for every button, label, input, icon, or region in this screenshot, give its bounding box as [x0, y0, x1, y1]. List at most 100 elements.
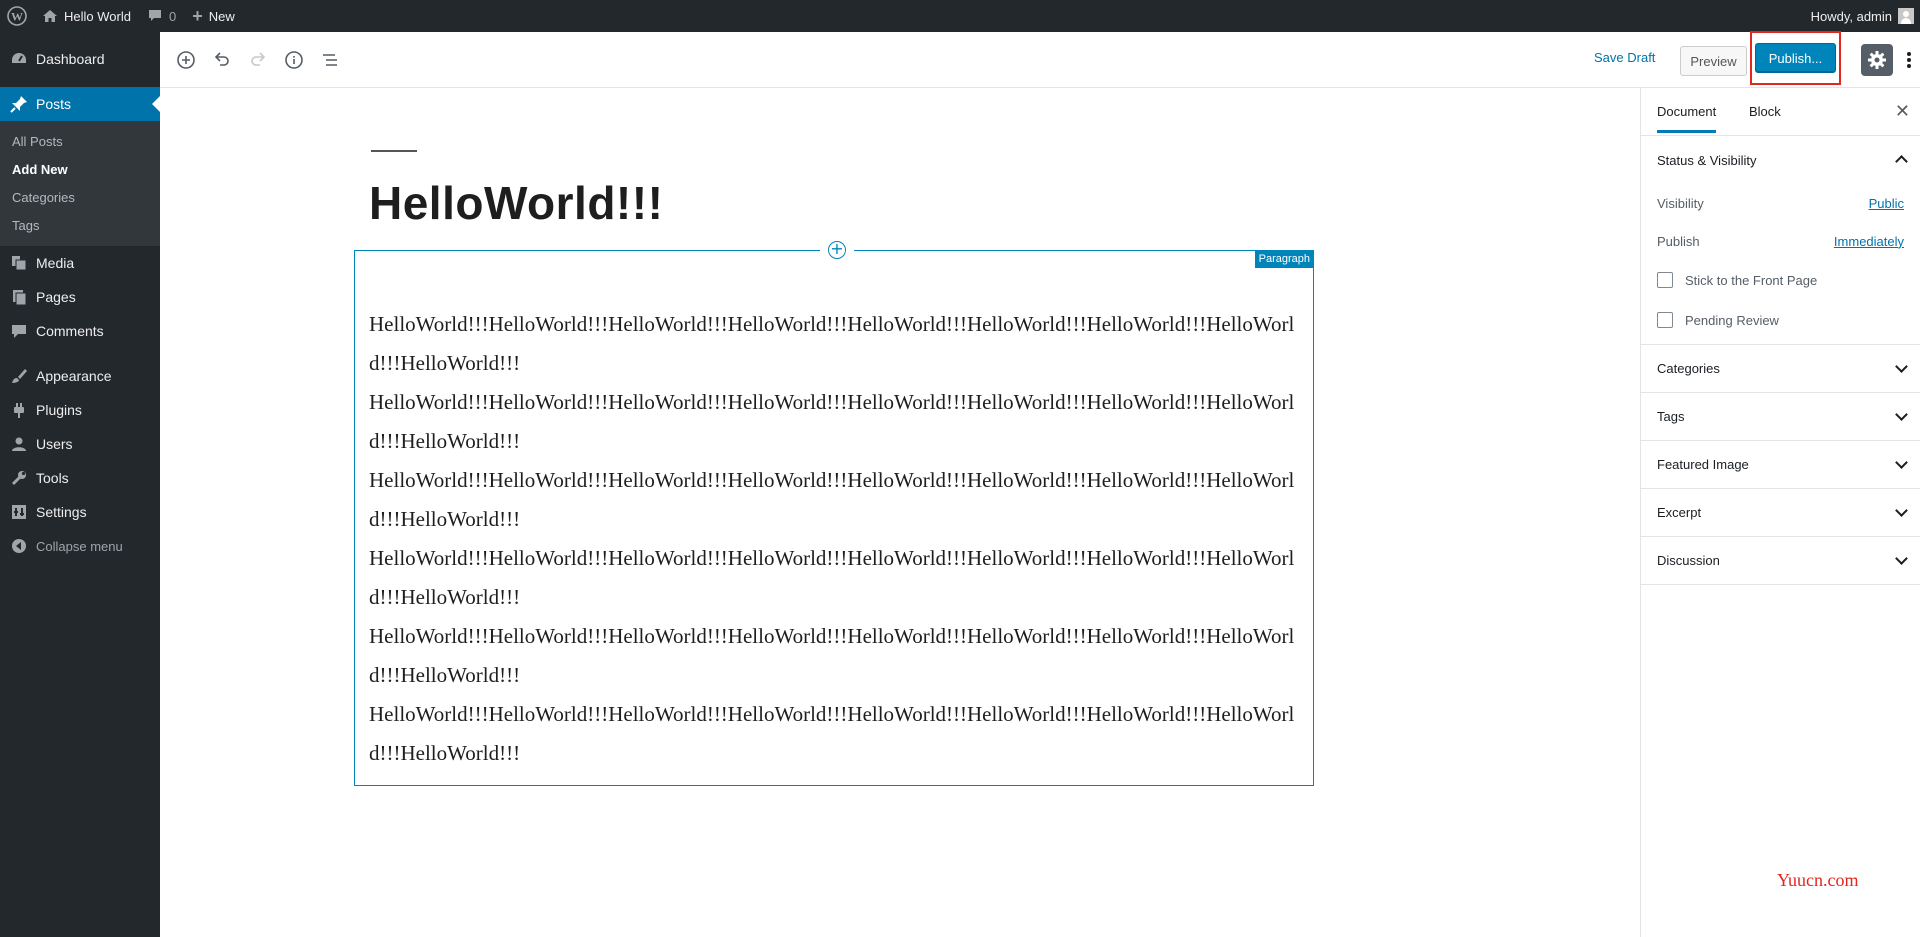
comments-link[interactable]: 0	[139, 0, 184, 32]
publish-button[interactable]: Publish...	[1755, 43, 1836, 73]
gear-icon	[1867, 50, 1887, 70]
panel-featured-image[interactable]: Featured Image	[1641, 441, 1920, 489]
tab-document[interactable]: Document	[1657, 104, 1717, 133]
paragraph-text[interactable]: HelloWorld!!!HelloWorld!!!HelloWorld!!!H…	[369, 305, 1299, 773]
chevron-down-icon	[1895, 456, 1908, 469]
pending-review-checkbox[interactable]	[1657, 312, 1673, 328]
outline-list-icon[interactable]	[318, 48, 342, 72]
panel-title: Categories	[1657, 361, 1720, 376]
editor-canvas: HelloWorld!!! + Paragraph HelloWorld!!!H…	[160, 88, 1640, 937]
publish-row: Publish Immediately	[1641, 222, 1920, 260]
menu-posts[interactable]: Posts	[0, 87, 160, 121]
paragraph-line: HelloWorld!!!HelloWorld!!!HelloWorld!!!H…	[369, 312, 1295, 375]
pending-review-row: Pending Review	[1641, 300, 1920, 340]
paragraph-line: HelloWorld!!!HelloWorld!!!HelloWorld!!!H…	[369, 624, 1295, 687]
submenu-tags[interactable]: Tags	[0, 211, 160, 239]
svg-text:W: W	[11, 10, 23, 24]
panel-title: Tags	[1657, 409, 1685, 424]
admin-menu: Dashboard Posts All Posts Add New Catego…	[0, 32, 160, 937]
panel-categories[interactable]: Categories	[1641, 345, 1920, 393]
menu-label: Pages	[36, 289, 76, 305]
stick-front-page-checkbox[interactable]	[1657, 272, 1673, 288]
menu-label: Appearance	[36, 368, 112, 384]
menu-users[interactable]: Users	[0, 427, 160, 461]
panel-tags[interactable]: Tags	[1641, 393, 1920, 441]
panel-discussion[interactable]: Discussion	[1641, 537, 1920, 585]
media-icon	[10, 254, 28, 272]
pin-icon	[10, 95, 28, 113]
menu-settings[interactable]: Settings	[0, 495, 160, 529]
settings-gear-button[interactable]	[1861, 44, 1893, 76]
collapse-menu-button[interactable]: Collapse menu	[0, 529, 160, 563]
paragraph-line: HelloWorld!!!HelloWorld!!!HelloWorld!!!H…	[369, 702, 1295, 765]
status-visibility-toggle[interactable]: Status & Visibility	[1641, 136, 1920, 184]
menu-appearance[interactable]: Appearance	[0, 359, 160, 393]
tab-block[interactable]: Block	[1749, 104, 1781, 119]
account-menu[interactable]: Howdy, admin	[1803, 0, 1920, 32]
visibility-row: Visibility Public	[1641, 184, 1920, 222]
undo-icon[interactable]	[210, 48, 234, 72]
howdy-text: Howdy, admin	[1810, 8, 1892, 24]
menu-label: Comments	[36, 323, 104, 339]
menu-dashboard[interactable]: Dashboard	[0, 42, 160, 76]
settings-sidebar: Document Block ✕ Status & Visibility Vis…	[1640, 88, 1920, 937]
submenu-add-new[interactable]: Add New	[0, 155, 160, 183]
redo-icon[interactable]	[246, 48, 270, 72]
visibility-label: Visibility	[1657, 195, 1704, 211]
menu-pages[interactable]: Pages	[0, 280, 160, 314]
editor-toolbar: Save Draft Preview Publish...	[160, 31, 1920, 88]
admin-bar: W Hello World 0 + New Howdy, admin	[0, 0, 1920, 32]
publish-label: Publish	[1657, 233, 1700, 249]
new-content-link[interactable]: + New	[184, 0, 243, 32]
pending-review-label: Pending Review	[1685, 312, 1779, 328]
publish-date-link[interactable]: Immediately	[1834, 234, 1904, 249]
menu-comments[interactable]: Comments	[0, 314, 160, 348]
collapse-label: Collapse menu	[36, 538, 123, 554]
stick-front-page-row: Stick to the Front Page	[1641, 260, 1920, 300]
pages-icon	[10, 288, 28, 306]
posts-submenu: All Posts Add New Categories Tags	[0, 121, 160, 246]
dashboard-icon	[10, 50, 28, 68]
chevron-down-icon	[1895, 408, 1908, 421]
comments-count: 0	[168, 8, 177, 24]
block-inserter-button[interactable]: +	[820, 239, 854, 261]
menu-label: Dashboard	[36, 51, 105, 67]
avatar	[1898, 8, 1914, 24]
menu-media[interactable]: Media	[0, 246, 160, 280]
plus-circle-icon: +	[828, 241, 846, 259]
paragraph-block[interactable]: + Paragraph HelloWorld!!!HelloWorld!!!He…	[354, 239, 1314, 786]
visibility-link[interactable]: Public	[1869, 196, 1904, 211]
site-name-link[interactable]: Hello World	[34, 0, 139, 32]
panel-title: Discussion	[1657, 553, 1720, 568]
menu-label: Users	[36, 436, 73, 452]
menu-label: Plugins	[36, 402, 82, 418]
chevron-down-icon	[1895, 504, 1908, 517]
paragraph-line: HelloWorld!!!HelloWorld!!!HelloWorld!!!H…	[369, 390, 1295, 453]
more-options-button[interactable]	[1897, 48, 1920, 72]
wrench-icon	[10, 469, 28, 487]
panel-title: Excerpt	[1657, 505, 1702, 520]
submenu-all-posts[interactable]: All Posts	[0, 127, 160, 155]
menu-plugins[interactable]: Plugins	[0, 393, 160, 427]
plus-icon: +	[192, 5, 203, 26]
submenu-categories[interactable]: Categories	[0, 183, 160, 211]
add-block-icon[interactable]	[174, 48, 198, 72]
post-title[interactable]: HelloWorld!!!	[369, 176, 663, 230]
home-icon	[42, 9, 58, 23]
plug-icon	[10, 401, 28, 419]
close-icon[interactable]: ✕	[1895, 101, 1910, 122]
panel-excerpt[interactable]: Excerpt	[1641, 489, 1920, 537]
info-icon[interactable]	[282, 48, 306, 72]
paragraph-line: HelloWorld!!!HelloWorld!!!HelloWorld!!!H…	[369, 468, 1295, 531]
panel-title: Status & Visibility	[1657, 152, 1757, 168]
wordpress-logo-icon[interactable]: W	[0, 0, 34, 32]
settings-icon	[10, 503, 28, 521]
new-label: New	[208, 8, 235, 24]
paragraph-line: HelloWorld!!!HelloWorld!!!HelloWorld!!!H…	[369, 546, 1295, 609]
sidebar-tabs: Document Block ✕	[1641, 88, 1920, 136]
menu-tools[interactable]: Tools	[0, 461, 160, 495]
preview-button[interactable]: Preview	[1680, 46, 1747, 76]
save-draft-button[interactable]: Save Draft	[1594, 50, 1655, 65]
chevron-down-icon	[1895, 552, 1908, 565]
stick-front-page-label: Stick to the Front Page	[1685, 272, 1818, 288]
